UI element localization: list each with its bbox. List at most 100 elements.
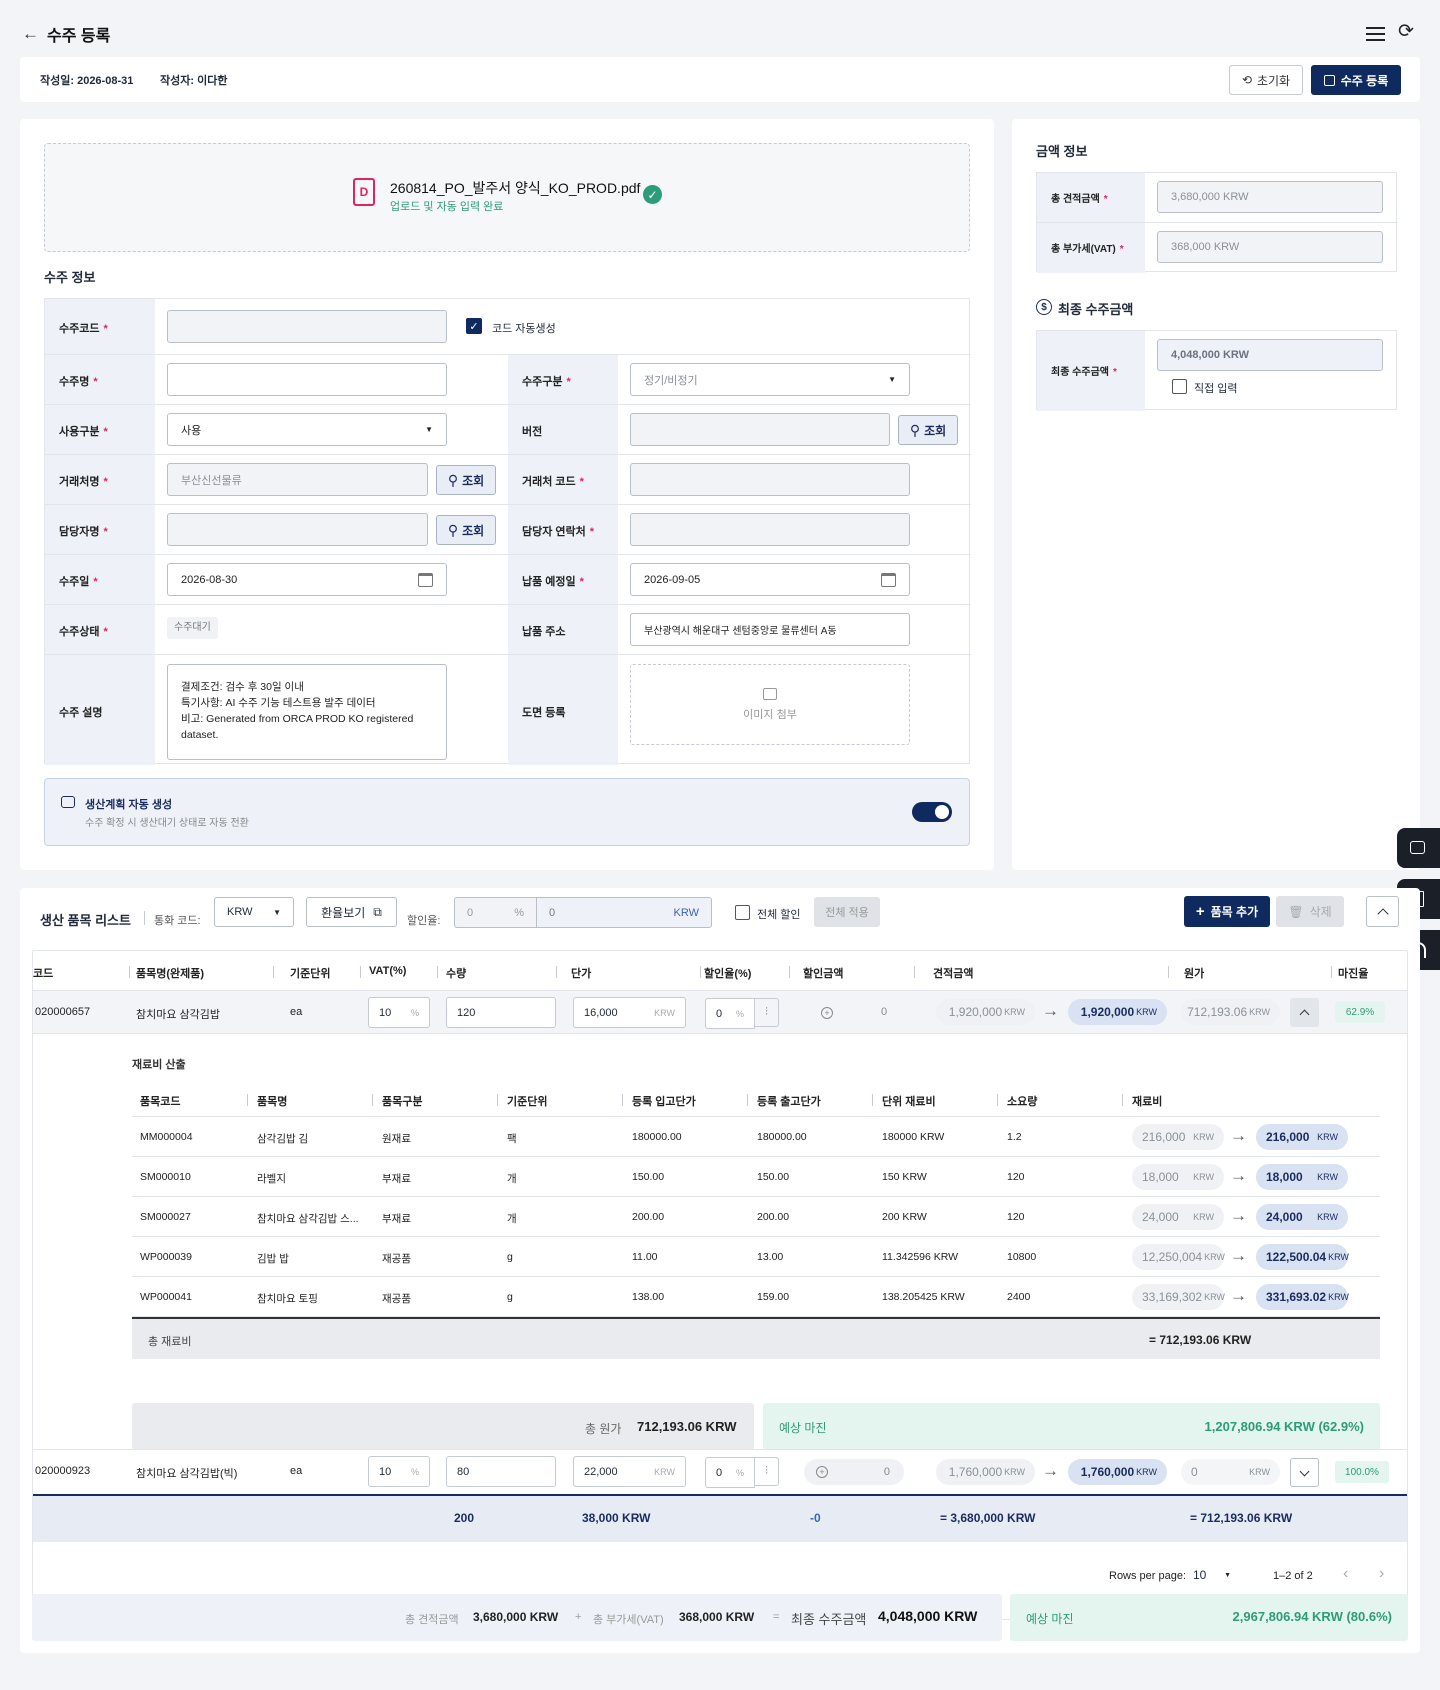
upload-dropzone[interactable]: D 260814_PO_발주서 양식_KO_PROD.pdf 업로드 및 자동 … [44, 143, 970, 252]
order-type-select[interactable]: 정기/비정기 ▼ [630, 363, 910, 396]
prev-page-icon[interactable]: ‹ [1343, 1565, 1348, 1583]
use-type-select[interactable]: 사용 ▼ [167, 413, 447, 446]
final-amount-input[interactable]: 4,048,000 KRW [1157, 339, 1383, 371]
items-table: 코드 품목명(완제품) 기준단위 VAT(%) 수량 단가 할인율(%) 할인금… [32, 950, 1408, 1620]
order-status-badge: 수주대기 [167, 617, 218, 639]
add-item-button[interactable]: + 품목 추가 [1184, 896, 1270, 927]
material-cell-unit_cost: 11.342596 KRW [882, 1251, 959, 1263]
pagination-range: 1–2 of 2 [1273, 1570, 1313, 1582]
total-quote-input[interactable]: 3,680,000 KRW [1157, 181, 1383, 213]
order-form-card: D 260814_PO_발주서 양식_KO_PROD.pdf 업로드 및 자동 … [20, 119, 994, 870]
collapse-button[interactable] [1366, 896, 1399, 927]
material-cell-name: 라벨지 [257, 1173, 286, 1185]
material-cell-type: 부재료 [382, 1173, 411, 1185]
col-vat: VAT(%) [369, 965, 407, 977]
manager-name-label: 담당자명 [59, 526, 100, 538]
discount-rate-input[interactable]: 0% [705, 1457, 755, 1488]
discount-amount-field[interactable]: + 0 [804, 1459, 904, 1485]
vat-input[interactable]: 10% [368, 1456, 430, 1487]
client-name-input[interactable]: 부산신선물류 [167, 463, 428, 496]
version-search-button[interactable]: ⚲ 조회 [898, 415, 958, 445]
order-code-input[interactable] [167, 310, 447, 343]
material-cell-out: 200.00 [757, 1211, 790, 1223]
discount-amount-input[interactable]: 0 KRW [536, 897, 712, 928]
material-cell-type: 원재료 [382, 1133, 411, 1145]
delivery-date-input[interactable]: 2026-09-05 [630, 563, 910, 596]
menu-icon[interactable] [1366, 27, 1385, 41]
col-qty: 수량 [446, 968, 467, 980]
order-info-title: 수주 정보 [44, 270, 96, 285]
refresh-icon[interactable]: ⟳ [1398, 20, 1414, 43]
material-cell-req: 1.2 [1007, 1131, 1022, 1143]
caret-down-icon: ▼ [1224, 1571, 1231, 1579]
discount-settings-icon[interactable]: ⫶ [754, 998, 779, 1027]
arrow-right-icon: → [1230, 1286, 1247, 1305]
material-cost-original: 12,250,004 KRW [1132, 1244, 1225, 1270]
exchange-rate-button[interactable]: 환율보기 ⧉ [306, 897, 397, 927]
delivery-address-input[interactable]: 부산광역시 해운대구 센텀중앙로 물류센터 A동 [630, 613, 910, 646]
upload-status: 업로드 및 자동 입력 완료 [390, 201, 504, 213]
items-card: 생산 품목 리스트 통화 코드: KRW ▼ 환율보기 ⧉ 할인율: 0% 0 KRW… [20, 888, 1420, 1653]
row-expand-button[interactable] [1290, 1458, 1319, 1487]
table-row[interactable]: 020000923 참치마요 삼각김밥(빅) ea 10% 80 22,000 K… [33, 1449, 1407, 1494]
price-input[interactable]: 16,000 KRW [573, 997, 686, 1028]
price-input[interactable]: 22,000 KRW [573, 1456, 686, 1487]
client-code-input[interactable] [630, 463, 910, 496]
auto-plan-toggle[interactable] [912, 802, 952, 822]
rows-per-page-label: Rows per page: [1109, 1570, 1187, 1582]
material-row: SM000027 참치마요 삼각김밥 스... 부재료 개 200.00 200.00 20… [132, 1197, 1380, 1237]
material-cell-name: 김밥 밥 [257, 1253, 289, 1265]
caret-down-icon: ▼ [888, 375, 896, 384]
image-attach-dropzone[interactable]: 이미지 첨부 [630, 664, 910, 745]
delete-item-button[interactable]: 🗑 삭제 [1276, 896, 1344, 927]
auto-code-checkbox[interactable]: ✓ [466, 318, 482, 334]
row-collapse-button[interactable] [1290, 998, 1319, 1027]
calendar-icon [881, 572, 896, 587]
discount-rate-input[interactable]: 0% [705, 998, 755, 1029]
manager-contact-input[interactable] [630, 513, 910, 546]
assistant-bot-button[interactable] [1397, 828, 1440, 868]
created-date: 작성일: 2026-08-31 [40, 75, 134, 87]
plus-circle-icon: + [816, 1466, 828, 1478]
material-cell-unit: 팩 [507, 1133, 517, 1145]
order-date-input[interactable]: 2026-08-30 [167, 563, 447, 596]
rows-per-page-select[interactable]: 10 ▼ [1193, 1565, 1231, 1585]
material-cell-unit_cost: 200 KRW [882, 1211, 927, 1223]
apply-all-button[interactable]: 전체 적용 [814, 897, 880, 927]
manager-search-button[interactable]: ⚲ 조회 [436, 515, 496, 545]
material-title: 재료비 산출 [132, 1059, 186, 1071]
vat-input[interactable]: 10% [368, 997, 430, 1028]
order-name-input[interactable] [167, 363, 447, 396]
material-cell-out: 159.00 [757, 1291, 790, 1303]
material-cell-req: 120 [1007, 1171, 1025, 1183]
manager-name-input[interactable] [167, 513, 428, 546]
discount-settings-icon[interactable]: ⫶ [754, 1457, 779, 1486]
back-icon[interactable]: ← [22, 24, 39, 44]
qty-input[interactable]: 80 [446, 1456, 556, 1487]
table-row[interactable]: 020000657 참치마요 삼각김밥 ea 10% 120 16,000 KRW… [33, 991, 1407, 1034]
order-desc-textarea[interactable]: 결제조건: 검수 후 30일 이내 특기사항: AI 수주 기능 테스트용 발주… [167, 664, 447, 760]
meta-bar: 작성일: 2026-08-31 작성자: 이다한 ⟲ 초기화 수주 등록 [20, 57, 1420, 102]
chevron-down-icon [1299, 1466, 1310, 1476]
next-page-icon[interactable]: › [1379, 1565, 1384, 1583]
currency-select[interactable]: KRW ▼ [214, 897, 294, 927]
total-vat-input[interactable]: 368,000 KRW [1157, 231, 1383, 263]
direct-input-checkbox[interactable] [1172, 379, 1187, 394]
order-date-label: 수주일 [59, 576, 90, 588]
material-cell-unit: 개 [507, 1173, 517, 1185]
plus-icon: + [1195, 903, 1205, 920]
qty-input[interactable]: 120 [446, 997, 556, 1028]
all-discount-checkbox[interactable] [735, 905, 750, 920]
drawing-label: 도면 등록 [522, 707, 566, 719]
client-search-button[interactable]: ⚲ 조회 [436, 465, 496, 495]
register-button[interactable]: 수주 등록 [1311, 65, 1401, 95]
reset-button[interactable]: ⟲ 초기화 [1229, 65, 1303, 95]
material-cost-final: 18,000 KRW [1256, 1164, 1348, 1190]
material-cost-original: 33,169,302 KRW [1132, 1284, 1225, 1310]
discount-pct-input[interactable]: 0% [454, 897, 536, 928]
delivery-date-label: 납품 예정일 [522, 576, 576, 588]
manager-contact-label: 담당자 연락처 [522, 526, 586, 538]
cost-input[interactable]: 0 KRW [1181, 1459, 1280, 1485]
version-input[interactable] [630, 413, 890, 446]
plus-circle-icon[interactable]: + [821, 1007, 833, 1019]
